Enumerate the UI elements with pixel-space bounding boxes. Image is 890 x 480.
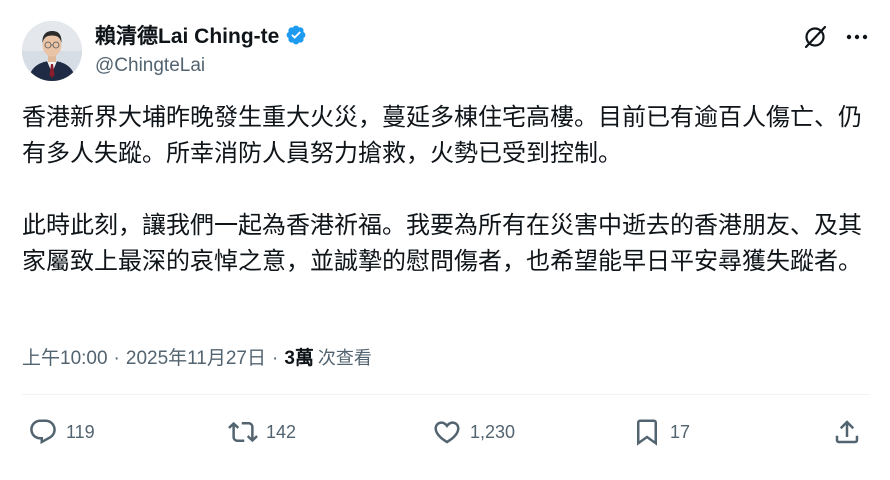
reply-icon <box>30 419 56 445</box>
repost-count: 142 <box>266 421 297 442</box>
tweet-time[interactable]: 上午10:00 <box>22 343 108 370</box>
share-button[interactable] <box>832 412 862 452</box>
repost-icon <box>228 421 258 443</box>
author-name-row: 賴清德Lai Ching-te <box>95 22 307 48</box>
tweet-detail: 賴清德Lai Ching-te @ChingteLai 香港新界大埔昨晚發生重大… <box>0 0 890 480</box>
grok-icon[interactable] <box>800 22 830 52</box>
meta-separator: · <box>113 348 120 369</box>
author-handle[interactable]: @ChingteLai <box>95 55 205 77</box>
share-icon <box>835 420 859 444</box>
tweet-paragraph-2: 此時此刻，讓我們一起為香港祈福。我要為所有在災害中逝去的香港朋友、及其家屬致上最… <box>22 212 862 275</box>
like-button[interactable]: 1,230 <box>432 412 515 452</box>
views-label: 次查看 <box>317 348 372 368</box>
tweet-date[interactable]: 2025年11月27日 <box>126 343 266 370</box>
bookmark-button[interactable]: 17 <box>632 412 690 452</box>
reply-count: 119 <box>66 421 95 442</box>
verified-badge-icon[interactable] <box>285 24 307 46</box>
avatar-photo <box>22 21 82 81</box>
reply-button[interactable]: 119 <box>28 412 95 452</box>
action-bar: 119 142 1,230 17 <box>22 412 870 452</box>
bookmark-icon <box>637 419 657 446</box>
tweet-text: 香港新界大埔昨晚發生重大火災，蔓延多棟住宅高樓。目前已有逾百人傷亡、仍有多人失蹤… <box>22 100 862 280</box>
bookmark-count: 17 <box>670 421 691 442</box>
views-count: 3萬 <box>284 348 314 369</box>
more-options-icon[interactable] <box>842 22 872 52</box>
author-display-name[interactable]: 賴清德Lai Ching-te <box>95 20 279 50</box>
divider <box>22 394 870 395</box>
meta-separator: · <box>272 348 279 369</box>
tweet-paragraph-1: 香港新界大埔昨晚發生重大火災，蔓延多棟住宅高樓。目前已有逾百人傷亡、仍有多人失蹤… <box>22 104 862 167</box>
like-count: 1,230 <box>470 421 516 442</box>
repost-button[interactable]: 142 <box>228 412 296 452</box>
avatar[interactable] <box>22 21 82 81</box>
tweet-metadata: 上午10:00 · 2025年11月27日 · 3萬 次查看 <box>22 343 372 370</box>
heart-icon <box>434 421 460 444</box>
